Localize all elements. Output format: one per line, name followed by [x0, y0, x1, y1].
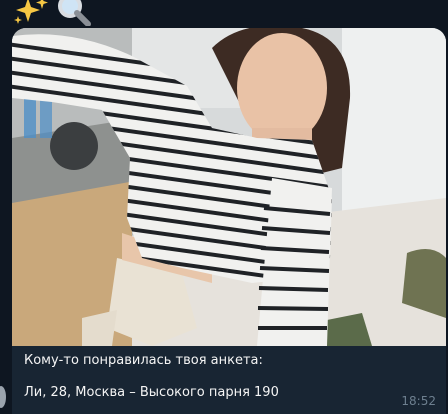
message-time: 18:52	[401, 394, 436, 408]
header-emoji	[10, 0, 100, 27]
profile-photo[interactable]	[12, 28, 446, 346]
sender-avatar[interactable]	[0, 386, 6, 408]
sparkles-icon	[14, 0, 48, 24]
message-caption: Кому-то понравилась твоя анкета: Ли, 28,…	[24, 352, 436, 402]
magnifying-glass-icon	[58, 0, 91, 27]
message-bubble: Кому-то понравилась твоя анкета: Ли, 28,…	[12, 28, 446, 414]
caption-liked-text: Кому-то понравилась твоя анкета:	[24, 353, 263, 368]
caption-profile-info: Ли, 28, Москва – Высокого парня 190	[24, 385, 279, 400]
